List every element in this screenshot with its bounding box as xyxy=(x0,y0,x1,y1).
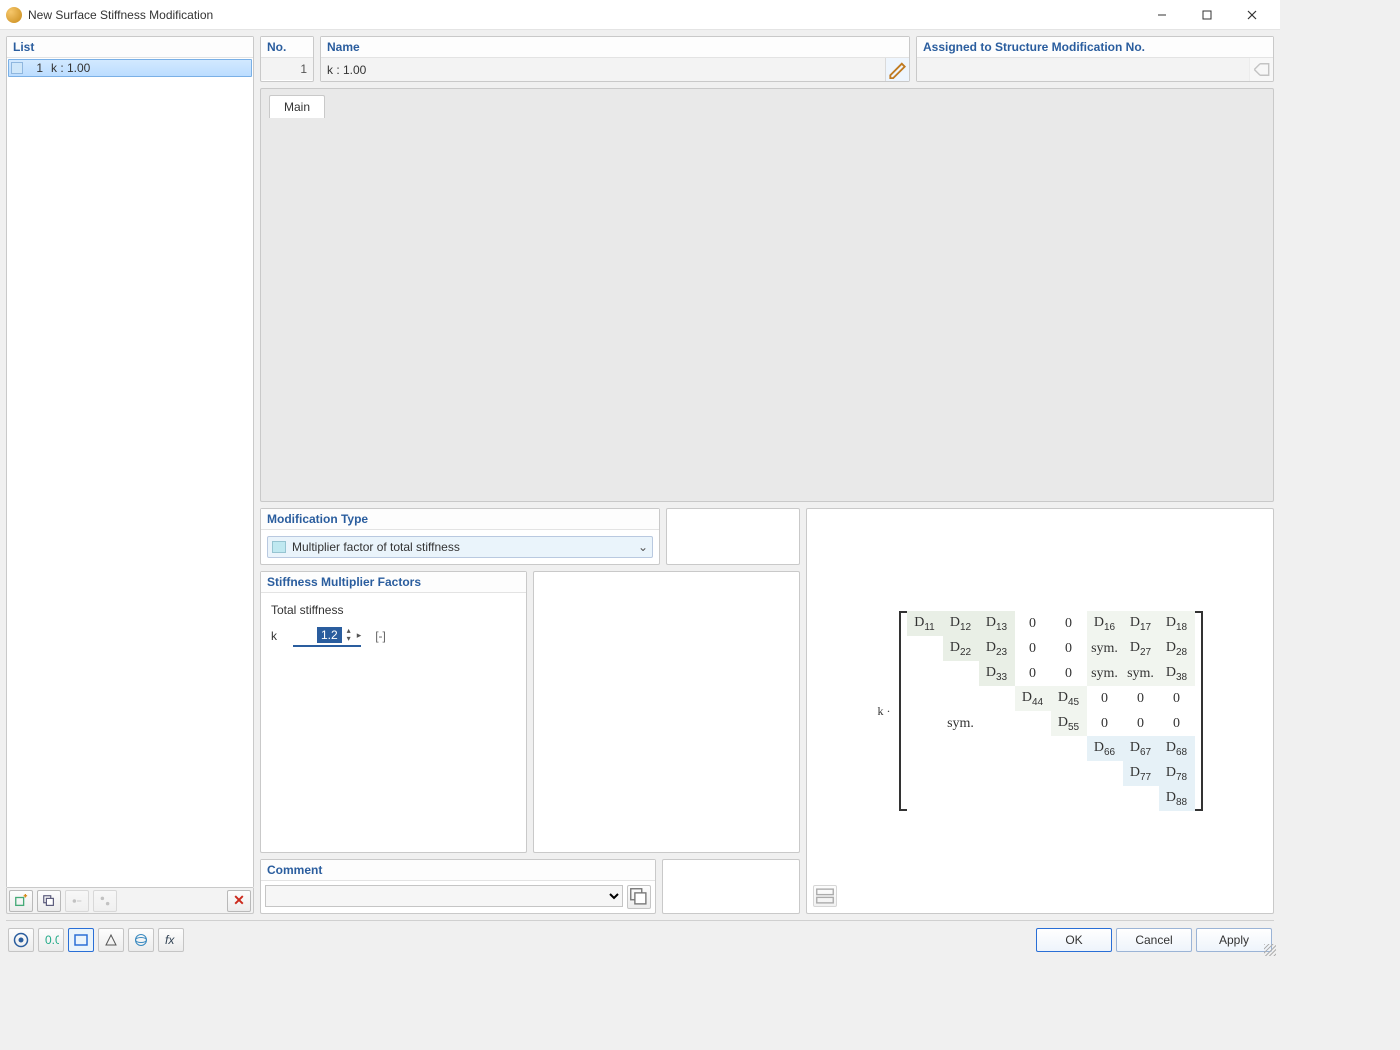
list-item-swatch xyxy=(11,62,23,74)
bottom-bar: 0.00 fx OK Cancel Apply xyxy=(6,920,1274,954)
copy-item-button[interactable] xyxy=(37,890,61,912)
units-button[interactable]: 0.00 xyxy=(38,928,64,952)
new-item-button[interactable] xyxy=(9,890,33,912)
help-button[interactable] xyxy=(8,928,34,952)
no-label: No. xyxy=(261,37,313,58)
view-rect-button[interactable] xyxy=(68,928,94,952)
resize-grip[interactable] xyxy=(1264,944,1276,956)
svg-text:fx: fx xyxy=(165,933,175,947)
apply-button[interactable]: Apply xyxy=(1196,928,1272,952)
close-button[interactable] xyxy=(1229,0,1274,30)
chevron-down-icon: ⌄ xyxy=(638,540,648,554)
tab-bar: Main xyxy=(260,88,1274,502)
matrix-prefix: k · xyxy=(878,704,891,719)
titlebar: New Surface Stiffness Modification xyxy=(0,0,1280,30)
k-value: 1.2 xyxy=(317,627,342,643)
minimize-button[interactable] xyxy=(1139,0,1184,30)
tab-main[interactable]: Main xyxy=(269,95,325,118)
k-value-stepper[interactable]: 1.2 ▴▾ ▸ xyxy=(293,625,361,647)
factors-header: Stiffness Multiplier Factors xyxy=(261,572,526,593)
modtype-swatch xyxy=(272,541,286,553)
list-item-label: k : 1.00 xyxy=(51,61,90,75)
view-structure-button[interactable] xyxy=(98,928,124,952)
comment-library-button[interactable] xyxy=(627,885,651,909)
modtype-select[interactable]: Multiplier factor of total stiffness ⌄ xyxy=(267,536,653,558)
view-function-button[interactable]: fx xyxy=(158,928,184,952)
window-title: New Surface Stiffness Modification xyxy=(28,8,1139,22)
svg-text:0.00: 0.00 xyxy=(45,933,59,947)
k-unit: [-] xyxy=(375,629,386,643)
ok-button[interactable]: OK xyxy=(1036,928,1112,952)
cancel-button[interactable]: Cancel xyxy=(1116,928,1192,952)
edit-name-button[interactable] xyxy=(885,58,909,81)
list-item-number: 1 xyxy=(29,61,43,75)
list-body[interactable]: 1 k : 1.00 xyxy=(7,58,253,887)
factors-subhead: Total stiffness xyxy=(271,603,516,617)
list-toolbar: ✕ xyxy=(6,888,254,914)
k-label: k xyxy=(271,629,285,643)
stepper-menu-icon[interactable]: ▸ xyxy=(357,630,362,641)
list-item[interactable]: 1 k : 1.00 xyxy=(8,59,252,77)
modtype-value: Multiplier factor of total stiffness xyxy=(292,540,638,554)
assigned-input[interactable] xyxy=(917,58,1249,81)
comment-select[interactable] xyxy=(265,885,623,907)
list-header: List xyxy=(7,37,253,58)
toolbar-button-4 xyxy=(93,890,117,912)
view-globe-button[interactable] xyxy=(128,928,154,952)
pick-assign-button[interactable] xyxy=(1249,58,1273,81)
comment-header: Comment xyxy=(261,860,655,881)
stiffness-matrix: D11D12D1300D16D17D18 D22D2300sym.D27D28 … xyxy=(907,611,1195,811)
app-icon xyxy=(6,7,22,23)
stepper-down-icon[interactable]: ▾ xyxy=(344,635,354,643)
name-input[interactable] xyxy=(321,58,885,81)
assigned-label: Assigned to Structure Modification No. xyxy=(917,37,1273,58)
delete-item-button[interactable]: ✕ xyxy=(227,890,251,912)
maximize-button[interactable] xyxy=(1184,0,1229,30)
name-label: Name xyxy=(321,37,909,58)
matrix-preview: k · D11D12D1300D16D17D18 D22D2300sym.D27… xyxy=(806,508,1274,914)
no-value: 1 xyxy=(261,58,313,80)
preview-settings-button[interactable] xyxy=(813,885,837,907)
comment-side-panel xyxy=(662,859,800,914)
modtype-header: Modification Type xyxy=(261,509,659,530)
toolbar-button-3 xyxy=(65,890,89,912)
